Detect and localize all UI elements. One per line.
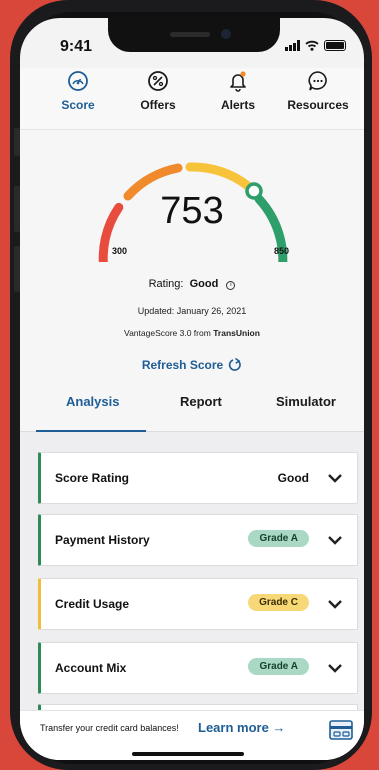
- refresh-score-label: Refresh Score: [141, 358, 224, 372]
- card-value: Good: [277, 471, 309, 485]
- chat-bubble-icon: [308, 71, 327, 91]
- battery-icon: [324, 40, 346, 51]
- score-source: VantageScore 3.0 from TransUnion: [20, 328, 364, 338]
- nav-alerts-label: Alerts: [220, 98, 255, 112]
- card-credit-usage[interactable]: Credit Usage Grade C: [38, 578, 358, 630]
- credit-score: 753: [160, 190, 224, 232]
- card-title: Score Rating: [55, 471, 130, 485]
- card-payment-history[interactable]: Payment History Grade A: [38, 514, 358, 566]
- score-source-prefix: VantageScore 3.0 from: [124, 328, 211, 338]
- nav-score[interactable]: Score: [38, 70, 118, 114]
- chevron-down-icon[interactable]: [327, 534, 343, 546]
- bell-icon: [230, 71, 246, 92]
- rating-value: Good: [189, 278, 219, 290]
- top-nav: Score Offers Alerts Resources: [20, 68, 364, 130]
- analysis-cards: Score Rating Good Payment History Grade …: [20, 432, 364, 734]
- info-icon[interactable]: i: [226, 281, 236, 290]
- grade-badge: Grade C: [248, 594, 309, 611]
- gauge-icon: [68, 71, 88, 91]
- home-indicator: [132, 752, 244, 756]
- tab-analysis[interactable]: Analysis: [66, 394, 119, 409]
- nav-score-label: Score: [61, 98, 95, 112]
- card-account-mix[interactable]: Account Mix Grade A: [38, 642, 358, 694]
- cellular-signal-icon: [285, 40, 300, 51]
- rating-line: Rating: Good i: [20, 278, 364, 290]
- percent-icon: [148, 71, 168, 91]
- card-title: Credit Usage: [55, 597, 130, 611]
- tab-simulator[interactable]: Simulator: [276, 394, 336, 409]
- card-title: Account Mix: [55, 661, 127, 675]
- notch: [108, 18, 280, 52]
- grade-badge: Grade A: [248, 530, 309, 547]
- speaker: [170, 32, 210, 37]
- card-score-rating[interactable]: Score Rating Good: [38, 452, 358, 504]
- credit-card-icon: [329, 720, 353, 740]
- chevron-down-icon[interactable]: [327, 472, 343, 484]
- nav-resources-label: Resources: [287, 98, 349, 112]
- promo-message: Transfer your credit card balances!: [40, 723, 179, 733]
- nav-offers[interactable]: Offers: [118, 70, 198, 114]
- chevron-down-icon[interactable]: [327, 598, 343, 610]
- grade-badge: Grade A: [248, 658, 309, 675]
- updated-date: Updated: January 26, 2021: [137, 306, 247, 316]
- score-source-brand: TransUnion: [213, 328, 260, 338]
- app-screen: 9:41 Score Offers Alerts Resources 753 3…: [20, 18, 364, 760]
- learn-more-link[interactable]: Learn more →: [198, 720, 285, 735]
- score-max: 850: [274, 246, 290, 256]
- status-icons: [285, 40, 346, 51]
- chevron-down-icon[interactable]: [327, 662, 343, 674]
- tab-report[interactable]: Report: [180, 394, 222, 409]
- analysis-tabs: Analysis Report Simulator: [20, 388, 364, 432]
- refresh-score-button[interactable]: Refresh Score: [20, 357, 364, 372]
- front-camera: [221, 29, 231, 39]
- rating-label: Rating:: [148, 278, 184, 290]
- status-time: 9:41: [60, 38, 93, 55]
- nav-offers-label: Offers: [140, 98, 176, 112]
- refresh-icon: [229, 357, 241, 371]
- card-title: Payment History: [55, 533, 150, 547]
- nav-alerts[interactable]: Alerts: [198, 70, 278, 114]
- nav-resources[interactable]: Resources: [278, 70, 358, 114]
- score-panel: 753 300 850 Rating: Good i Updated: Janu…: [20, 130, 364, 388]
- wifi-icon: [305, 40, 319, 51]
- score-min: 300: [112, 246, 128, 256]
